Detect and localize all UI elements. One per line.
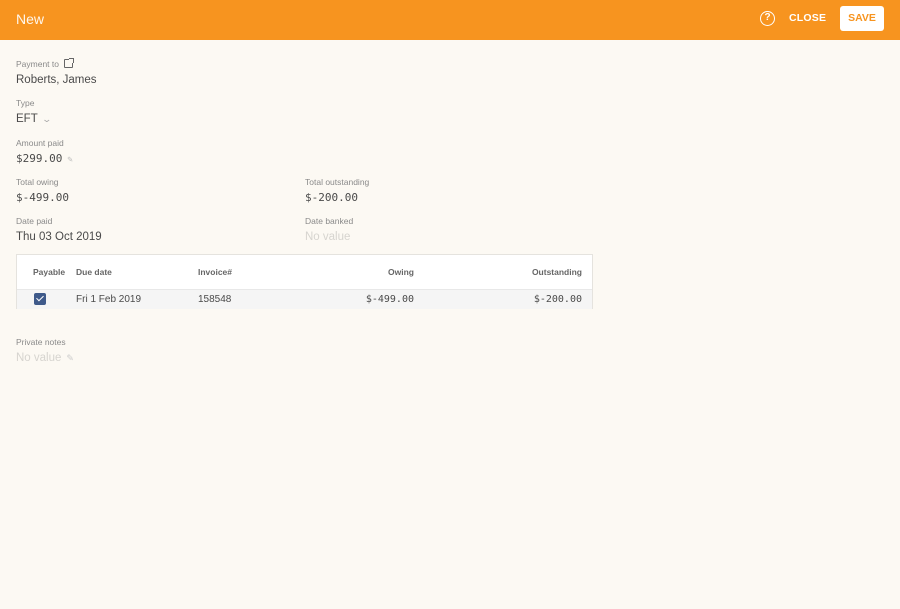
payment-to-field: Payment to Roberts, James: [16, 58, 97, 87]
row-due-date: Fri 1 Feb 2019: [76, 294, 142, 305]
header-due-date: Due date: [76, 267, 112, 277]
date-banked-value[interactable]: No value: [305, 230, 353, 244]
payment-to-value: Roberts, James: [16, 74, 97, 86]
private-notes-label: Private notes: [16, 337, 66, 347]
header-invoice: Invoice#: [198, 267, 233, 277]
total-outstanding-field: Total outstanding $-200.00: [305, 176, 369, 205]
header-outstanding: Outstanding: [531, 267, 582, 277]
row-invoice: 158548: [198, 294, 232, 305]
header-owing: Owing: [388, 267, 414, 277]
date-paid-field[interactable]: Date paid Thu 03 Oct 2019: [16, 215, 102, 244]
total-owing-label: Total owing: [16, 177, 59, 187]
external-link-icon[interactable]: [64, 58, 74, 68]
amount-paid-field: Amount paid $299.00 ✎: [16, 137, 73, 167]
save-button[interactable]: SAVE: [840, 6, 884, 31]
date-paid-value[interactable]: Thu 03 Oct 2019: [16, 230, 102, 244]
total-outstanding-value: $-200.00: [305, 191, 358, 204]
payable-checkbox[interactable]: [34, 293, 46, 305]
row-owing: $-499.00: [365, 294, 414, 305]
private-notes-field[interactable]: Private notes No value ✎: [16, 336, 74, 365]
table-row: Fri 1 Feb 2019 158548 $-499.00 $-200.00: [17, 289, 592, 309]
invoices-table: Payable Due date Invoice# Owing Outstand…: [16, 254, 593, 309]
type-label: Type: [16, 98, 35, 108]
help-icon[interactable]: ?: [760, 11, 775, 26]
chevron-down-icon: ⌄: [41, 114, 52, 124]
amount-paid-value: $299.00: [16, 152, 63, 165]
pencil-icon[interactable]: ✎: [66, 351, 74, 365]
date-banked-field[interactable]: Date banked No value: [305, 215, 353, 244]
type-field[interactable]: Type EFT ⌄: [16, 97, 52, 126]
date-banked-label: Date banked: [305, 216, 354, 226]
type-select[interactable]: EFT ⌄: [16, 112, 52, 126]
type-value: EFT: [16, 113, 38, 125]
total-outstanding-label: Total outstanding: [305, 177, 370, 187]
total-owing-field: Total owing $-499.00: [16, 176, 69, 205]
date-paid-label: Date paid: [16, 216, 53, 226]
app-header: New ? CLOSE SAVE: [0, 0, 900, 40]
payment-to-label: Payment to: [16, 59, 59, 69]
close-button[interactable]: CLOSE: [789, 12, 826, 24]
header-payable: Payable: [33, 267, 66, 277]
total-owing-value: $-499.00: [16, 191, 69, 204]
amount-paid-label: Amount paid: [16, 138, 64, 148]
pencil-icon[interactable]: ✎: [67, 153, 72, 167]
private-notes-value[interactable]: No value: [16, 352, 61, 364]
row-outstanding: $-200.00: [533, 294, 582, 305]
page-title: New: [16, 11, 45, 27]
